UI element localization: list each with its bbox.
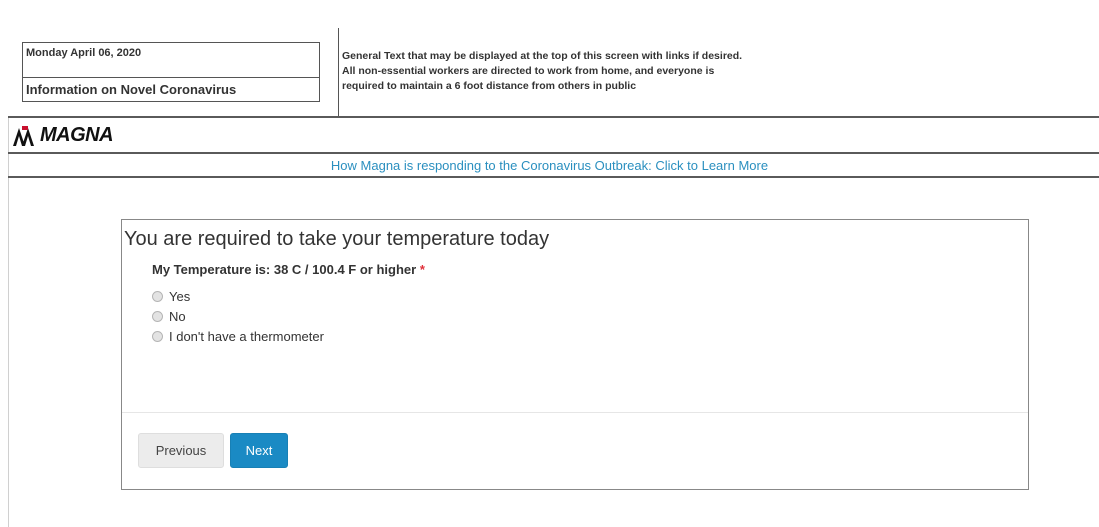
general-text: General Text that may be displayed at th…	[342, 49, 742, 94]
info-title[interactable]: Information on Novel Coronavirus	[26, 82, 236, 97]
question-text: My Temperature is: 38 C / 100.4 F or hig…	[152, 262, 417, 277]
general-text-line: required to maintain a 6 foot distance f…	[342, 80, 637, 92]
radio-button[interactable]	[152, 330, 163, 342]
option-label[interactable]: No	[169, 309, 186, 324]
current-date: Monday April 06, 2020	[26, 47, 142, 59]
previous-button[interactable]: Previous	[138, 433, 224, 468]
coronavirus-info-link[interactable]: How Magna is responding to the Coronavir…	[0, 158, 1099, 173]
header-rule-top	[8, 116, 1099, 118]
info-title-box[interactable]: Information on Novel Coronavirus	[22, 77, 320, 102]
header-divider	[338, 28, 339, 118]
option-yes[interactable]: Yes	[152, 286, 324, 306]
radio-button[interactable]	[152, 310, 163, 322]
logo-text: MAGNA	[40, 124, 114, 146]
header-rule-bottom	[8, 176, 1099, 178]
option-no-thermometer[interactable]: I don't have a thermometer	[152, 326, 324, 346]
option-no[interactable]: No	[152, 306, 324, 326]
card-footer-separator	[122, 412, 1028, 413]
radio-button[interactable]	[152, 290, 163, 302]
option-label[interactable]: Yes	[169, 289, 190, 304]
magna-logo-icon	[13, 125, 34, 146]
date-box: Monday April 06, 2020	[22, 42, 320, 78]
survey-title: You are required to take your temperatur…	[124, 228, 550, 250]
brand-logo[interactable]: MAGNA	[13, 124, 114, 147]
option-label[interactable]: I don't have a thermometer	[169, 329, 324, 344]
question-label: My Temperature is: 38 C / 100.4 F or hig…	[152, 262, 425, 277]
next-button[interactable]: Next	[230, 433, 288, 468]
answer-options: Yes No I don't have a thermometer	[152, 286, 324, 346]
general-text-line: All non-essential workers are directed t…	[342, 65, 715, 77]
survey-card: You are required to take your temperatur…	[121, 219, 1029, 490]
general-text-line: General Text that may be displayed at th…	[342, 50, 743, 62]
required-marker: *	[419, 262, 425, 277]
header-rule-middle	[8, 152, 1099, 154]
